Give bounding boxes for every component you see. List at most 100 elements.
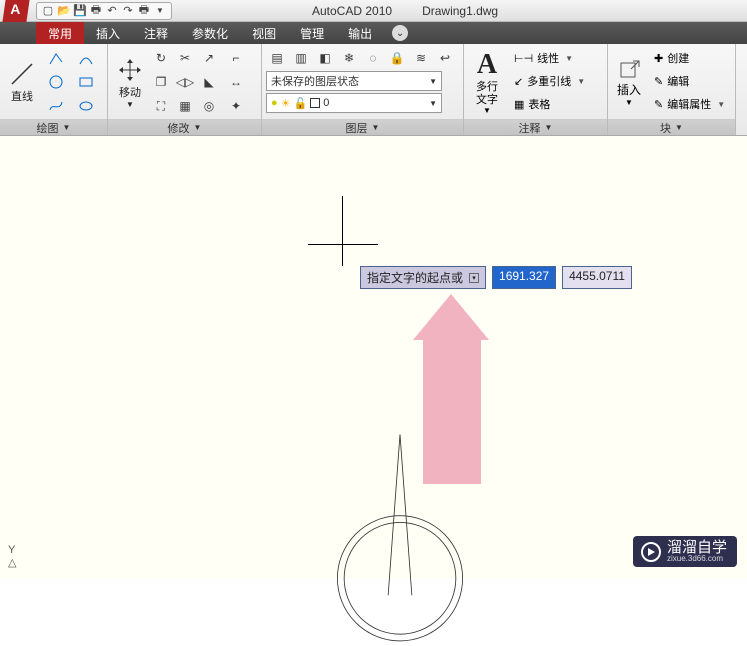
chevron-down-icon: ▼ xyxy=(429,99,437,108)
tab-parametric[interactable]: 参数化 xyxy=(180,22,240,45)
panel-annotate: A 多行 文字 ▼ ⊢⊣ 线性 ▼ ↙ 多重引线 ▼ ▦ 表格 xyxy=(464,44,608,135)
mleader-icon: ↙ xyxy=(514,75,523,88)
qat-dropdown-icon[interactable]: ▼ xyxy=(153,4,167,18)
crosshair-horizontal xyxy=(308,244,378,245)
coord-x-input[interactable]: 1691.327 xyxy=(492,266,556,289)
panel-annotate-title[interactable]: 注释▼ xyxy=(464,119,607,135)
title-bar: ▢ 📂 💾 🖶 ↶ ↷ 🖶 ▼ AutoCAD 2010 Drawing1.dw… xyxy=(0,0,747,22)
prompt-text: 指定文字的起点或 xyxy=(367,269,463,286)
arc-icon[interactable] xyxy=(72,47,100,69)
circle-icon[interactable] xyxy=(42,71,70,93)
copy-icon[interactable]: ❐ xyxy=(150,71,172,93)
menu-tabs: 常用 插入 注释 参数化 视图 管理 输出 ⌄ xyxy=(0,22,747,44)
chevron-down-icon: ▼ xyxy=(429,77,437,86)
create-block-button[interactable]: ✚ 创建 xyxy=(652,47,727,69)
coord-y-input[interactable]: 4455.0711 xyxy=(562,266,632,289)
tab-output[interactable]: 输出 xyxy=(336,22,384,45)
trim-icon[interactable]: ✂ xyxy=(174,47,196,69)
move-button[interactable]: 移动 ▼ xyxy=(112,47,148,117)
app-logo[interactable] xyxy=(2,0,29,23)
layer-prev-icon[interactable]: ↩ xyxy=(434,47,456,69)
tab-annotate[interactable]: 注释 xyxy=(132,22,180,45)
tab-insert[interactable]: 插入 xyxy=(84,22,132,45)
edit-attr-icon: ✎ xyxy=(654,98,663,111)
layer-prop-icon[interactable]: ▤ xyxy=(266,47,288,69)
tab-manage[interactable]: 管理 xyxy=(288,22,336,45)
layer-lock-icon[interactable]: 🔒 xyxy=(386,47,408,69)
insert-block-button[interactable]: 插入 ▼ xyxy=(612,47,646,117)
edit-attr-button[interactable]: ✎ 编辑属性 ▼ xyxy=(652,93,727,115)
mleader-button[interactable]: ↙ 多重引线 ▼ xyxy=(512,70,587,92)
redo-icon[interactable]: ↷ xyxy=(121,4,135,18)
watermark: 溜溜自学 zixue.3d66.com xyxy=(633,536,737,567)
save-icon[interactable]: 💾 xyxy=(73,4,87,18)
watermark-text: 溜溜自学 xyxy=(667,540,727,555)
panel-draw: 直线 绘图▼ xyxy=(0,44,108,135)
play-icon xyxy=(641,542,661,562)
offset-icon[interactable]: ◎ xyxy=(198,95,220,117)
polyline-icon[interactable] xyxy=(42,47,70,69)
prompt-dropdown-icon[interactable]: ▾ xyxy=(469,273,479,283)
plot-icon[interactable]: 🖶 xyxy=(89,4,103,18)
layer-list-dropdown[interactable]: ● ☀ 🔓 0 ▼ xyxy=(266,93,442,113)
stretch-icon[interactable]: ↔ xyxy=(222,71,250,93)
print-icon[interactable]: 🖶 xyxy=(137,4,151,18)
drawing-canvas[interactable]: 指定文字的起点或 ▾ 1691.327 4455.0711 Y △ 溜溜自学 z… xyxy=(0,136,747,579)
line-icon xyxy=(8,60,36,88)
insert-label: 插入 xyxy=(617,81,641,98)
scale-icon[interactable]: ⛶ xyxy=(150,95,172,117)
layer-state-dropdown[interactable]: 未保存的图层状态 ▼ xyxy=(266,71,442,91)
explode-icon[interactable]: ✦ xyxy=(222,95,250,117)
layer-match-icon[interactable]: ≋ xyxy=(410,47,432,69)
new-icon[interactable]: ▢ xyxy=(41,4,55,18)
mtext-button[interactable]: A 多行 文字 ▼ xyxy=(468,47,506,117)
chamfer-icon[interactable]: ◣ xyxy=(198,71,220,93)
ellipse-icon[interactable] xyxy=(72,95,100,117)
compass-drawing xyxy=(290,426,510,646)
edit-icon: ✎ xyxy=(654,75,663,88)
panel-layer-title[interactable]: 图层▼ xyxy=(262,119,463,135)
ucs-arrow-icon: △ xyxy=(8,557,16,569)
ucs-y-label: Y xyxy=(8,544,15,556)
mtext-icon: A xyxy=(477,49,497,81)
command-prompt: 指定文字的起点或 ▾ xyxy=(360,266,486,289)
edit-block-button[interactable]: ✎ 编辑 xyxy=(652,70,727,92)
tab-home[interactable]: 常用 xyxy=(36,22,84,45)
layer-states-icon[interactable]: ▥ xyxy=(290,47,312,69)
panel-block: 插入 ▼ ✚ 创建 ✎ 编辑 ✎ 编辑属性 ▼ 块▼ xyxy=(608,44,736,135)
linear-dim-button[interactable]: ⊢⊣ 线性 ▼ xyxy=(512,47,587,69)
panel-block-title[interactable]: 块▼ xyxy=(608,119,735,135)
rotate-icon[interactable]: ↻ xyxy=(150,47,172,69)
layer-iso-icon[interactable]: ◧ xyxy=(314,47,336,69)
spline-icon[interactable] xyxy=(42,95,70,117)
layer-off-icon[interactable]: ◌ xyxy=(362,47,384,69)
move-label: 移动 xyxy=(119,84,141,100)
quick-access-toolbar: ▢ 📂 💾 🖶 ↶ ↷ 🖶 ▼ xyxy=(36,2,172,20)
crosshair-vertical xyxy=(342,196,343,266)
ucs-indicator: Y △ xyxy=(8,544,16,569)
tab-view[interactable]: 视图 xyxy=(240,22,288,45)
mirror-icon[interactable]: ◁▷ xyxy=(174,71,196,93)
panel-modify: 移动 ▼ ↻ ✂ ↗ ⌐ ❐ ◁▷ ◣ ↔ ⛶ ▦ xyxy=(108,44,262,135)
layer-freeze-icon[interactable]: ❄ xyxy=(338,47,360,69)
fillet-icon[interactable]: ⌐ xyxy=(222,47,250,69)
create-icon: ✚ xyxy=(654,52,663,65)
panel-layer: ▤ ▥ ◧ ❄ ◌ 🔒 ≋ ↩ 未保存的图层状态 ▼ ● ☀ 🔓 0 xyxy=(262,44,464,135)
table-icon: ▦ xyxy=(514,98,524,111)
mtext-label: 多行 文字 xyxy=(476,81,498,105)
array-icon[interactable]: ▦ xyxy=(174,95,196,117)
title-text: AutoCAD 2010 Drawing1.dwg xyxy=(312,4,498,18)
insert-icon xyxy=(617,57,641,81)
extend-icon[interactable]: ↗ xyxy=(198,47,220,69)
rectangle-icon[interactable] xyxy=(72,71,100,93)
doc-name: Drawing1.dwg xyxy=(422,4,498,18)
help-icon[interactable]: ⌄ xyxy=(392,25,408,41)
panel-draw-title[interactable]: 绘图▼ xyxy=(0,119,107,135)
table-button[interactable]: ▦ 表格 xyxy=(512,93,587,115)
undo-icon[interactable]: ↶ xyxy=(105,4,119,18)
sun-icon: ☀ xyxy=(281,97,291,110)
open-icon[interactable]: 📂 xyxy=(57,4,71,18)
line-button[interactable]: 直线 xyxy=(4,47,40,117)
watermark-sub: zixue.3d66.com xyxy=(667,555,727,563)
panel-modify-title[interactable]: 修改▼ xyxy=(108,119,261,135)
